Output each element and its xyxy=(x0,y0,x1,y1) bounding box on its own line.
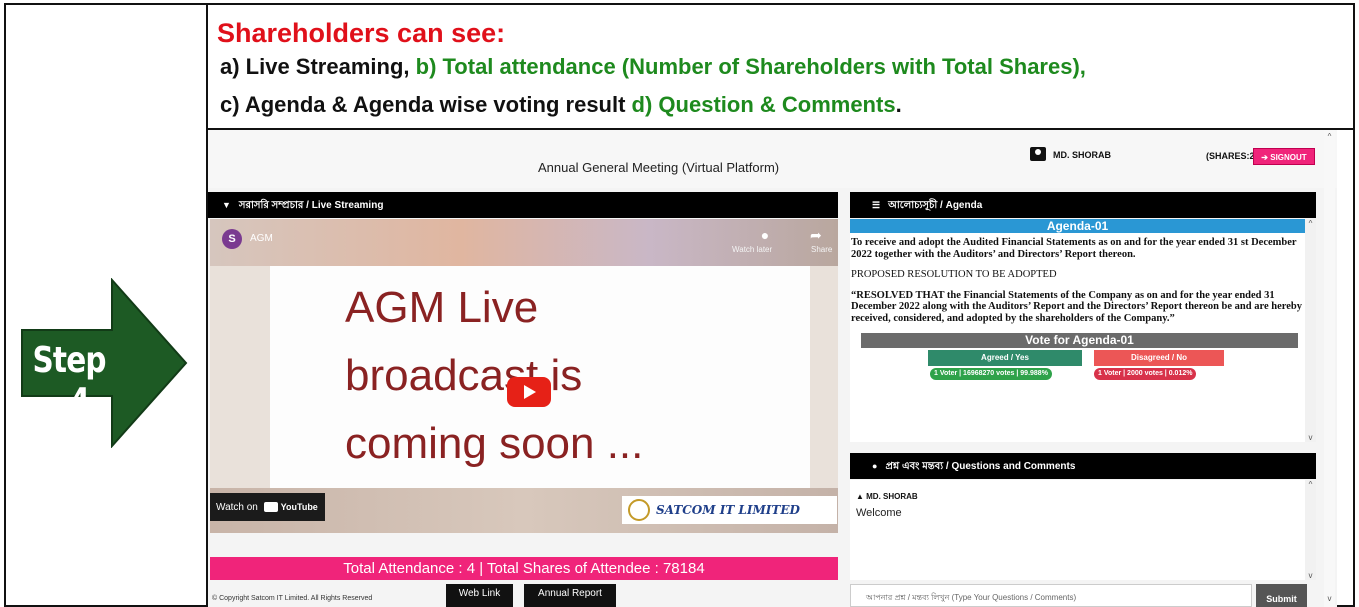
satcom-emblem-icon xyxy=(628,499,650,521)
submit-button[interactable]: Submit xyxy=(1256,584,1307,607)
watch-on-label: Watch on xyxy=(216,502,258,513)
signout-button[interactable]: ➔ SIGNOUT xyxy=(1253,148,1315,165)
scroll-up-icon[interactable]: ^ xyxy=(1305,480,1316,489)
vote-buttons: Agreed / Yes Disagreed / No xyxy=(861,348,1305,368)
page-title: Shareholders can see: xyxy=(217,18,506,48)
annual-report-button[interactable]: Annual Report xyxy=(524,584,616,607)
agenda-paragraph-2: PROPOSED RESOLUTION TO BE ADOPTED xyxy=(851,269,1057,280)
comments-scrollbar[interactable]: ^ v xyxy=(1305,480,1316,580)
agenda-panel[interactable]: Agenda-01 To receive and adopt the Audit… xyxy=(850,219,1305,442)
vote-results: 1 Voter | 16968270 votes | 99.988% 1 Vot… xyxy=(861,368,1305,388)
attendance-bar: Total Attendance : 4 | Total Shares of A… xyxy=(210,557,838,580)
agenda-paragraph-3: “RESOLVED THAT the Financial Statements … xyxy=(851,289,1302,324)
agree-result-badge: 1 Voter | 16968270 votes | 99.988% xyxy=(930,368,1052,380)
agenda-body: To receive and adopt the Audited Financi… xyxy=(850,233,1305,324)
share-icon[interactable]: ➦ xyxy=(810,227,822,244)
comment-icon: ● xyxy=(872,461,878,471)
person-icon: ▲ xyxy=(856,492,867,501)
live-streaming-header: ▼ সরাসরি সম্প্রচার / Live Streaming xyxy=(208,192,838,218)
agenda-title: Agenda-01 xyxy=(850,219,1305,233)
video-top-border xyxy=(210,219,838,266)
watch-on-youtube-button[interactable]: Watch on YouTube xyxy=(210,493,325,521)
play-button-icon[interactable] xyxy=(507,377,551,407)
clock-icon[interactable]: ● xyxy=(750,227,780,243)
scroll-down-icon[interactable]: v xyxy=(1305,571,1316,580)
feature-a: a) Live Streaming, xyxy=(220,54,416,79)
feature-line-1: a) Live Streaming, b) Total attendance (… xyxy=(220,54,1086,80)
app-title: Annual General Meeting (Virtual Platform… xyxy=(538,160,780,175)
comment-author-name: MD. SHORAB xyxy=(866,492,918,501)
youtube-icon xyxy=(263,502,278,513)
feature-c: c) Agenda & Agenda wise voting result xyxy=(220,92,632,117)
step-label: Step - 4 xyxy=(32,340,106,422)
disagree-result-badge: 1 Voter | 2000 votes | 0.012% xyxy=(1094,368,1197,380)
signout-label: SIGNOUT xyxy=(1270,153,1307,162)
satcom-brand-text: SATCOM IT LIMITED xyxy=(656,503,800,517)
copyright: © Copyright Satcom IT Limited. All Right… xyxy=(212,595,373,602)
disagree-button[interactable]: Disagreed / No xyxy=(1094,350,1224,366)
user-name: MD. SHORAB xyxy=(1053,150,1111,160)
feature-b: b) Total attendance (Number of Sharehold… xyxy=(415,54,1086,79)
share-label: Share xyxy=(811,245,833,254)
app-topbar: Annual General Meeting (Virtual Platform… xyxy=(208,130,1337,188)
watch-later-label: Watch later xyxy=(732,245,773,254)
web-link-button[interactable]: Web Link xyxy=(446,584,513,607)
page-scrollbar[interactable]: ^ v xyxy=(1324,130,1335,607)
feature-line-2: c) Agenda & Agenda wise voting result d)… xyxy=(220,92,902,118)
satcom-logo: SATCOM IT LIMITED xyxy=(622,496,837,524)
list-icon: ☰ xyxy=(872,200,881,210)
agree-button[interactable]: Agreed / Yes xyxy=(928,350,1082,366)
agenda-paragraph-1: To receive and adopt the Audited Financi… xyxy=(851,237,1297,260)
scroll-up-icon[interactable]: ^ xyxy=(1305,219,1316,228)
user-icon xyxy=(1030,147,1046,161)
wifi-icon: ▼ xyxy=(222,200,231,210)
questions-header: ● প্রশ্ন এবং মন্তব্য / Questions and Comm… xyxy=(850,453,1316,479)
vote-title: Vote for Agenda-01 xyxy=(861,333,1298,348)
app-screenshot: Annual General Meeting (Virtual Platform… xyxy=(208,130,1337,607)
comments-list[interactable]: ▲ MD. SHORAB Welcome xyxy=(850,480,1305,580)
youtube-label: YouTube xyxy=(280,502,318,512)
questions-heading: প্রশ্ন এবং মন্তব্য / Questions and Comme… xyxy=(885,461,1076,472)
question-input[interactable]: আপনার প্রশ্ন / মন্তব্য লিখুন (Type Your … xyxy=(850,584,1252,607)
feature-end: . xyxy=(895,92,902,117)
scroll-down-icon[interactable]: v xyxy=(1324,594,1335,603)
agenda-scrollbar[interactable]: ^ v xyxy=(1305,219,1316,442)
live-streaming-title: সরাসরি সম্প্রচার / Live Streaming xyxy=(238,200,384,211)
signout-arrow-icon: ➔ xyxy=(1261,153,1271,162)
scroll-up-icon[interactable]: ^ xyxy=(1324,132,1335,141)
agenda-heading: আলোচ্যসূচী / Agenda xyxy=(888,200,983,211)
agenda-header: ☰ আলোচ্যসূচী / Agenda xyxy=(850,192,1316,218)
channel-avatar[interactable]: S xyxy=(222,229,242,249)
feature-d: d) Question & Comments xyxy=(631,92,896,117)
channel-name[interactable]: AGM xyxy=(250,233,273,244)
slide-line-1: AGM Live xyxy=(345,283,539,332)
comment-author: ▲ MD. SHORAB xyxy=(856,492,918,501)
slide-line-3: coming soon ... xyxy=(345,419,644,468)
scroll-down-icon[interactable]: v xyxy=(1305,433,1316,442)
video-player[interactable]: S AGM ● ➦ Watch later Share AGM Live bro… xyxy=(210,219,838,533)
comment-message: Welcome xyxy=(856,507,902,519)
